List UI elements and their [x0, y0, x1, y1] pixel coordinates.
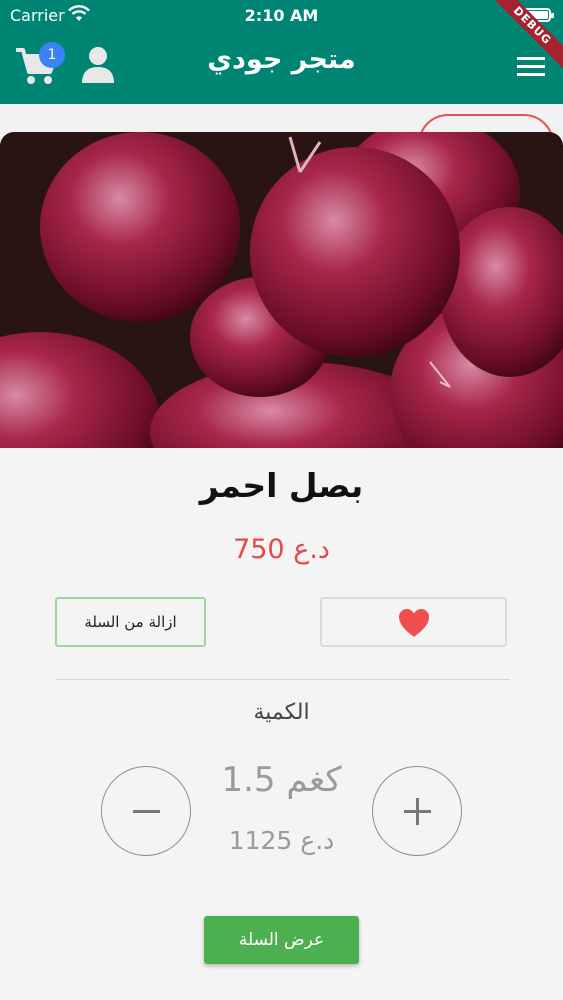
quantity-total-price: 1125 د.ع	[228, 826, 335, 855]
remove-from-cart-button[interactable]: ازالة من السلة	[55, 597, 206, 647]
heart-icon	[399, 609, 429, 637]
view-cart-button[interactable]: عرض السلة	[204, 916, 359, 964]
cart-count-badge: 1	[39, 42, 65, 68]
decrease-quantity-button[interactable]	[101, 766, 191, 856]
status-bar: Carrier 2:10 AM	[0, 0, 563, 30]
quantity-value: 1.5 كغم	[221, 760, 342, 800]
divider	[55, 679, 510, 680]
user-icon[interactable]	[80, 46, 116, 84]
product-name: بصل احمر	[199, 466, 364, 505]
product-card: بصل احمر 750 د.ع ازالة من السلة الكمية 1…	[0, 132, 563, 1000]
product-image	[0, 132, 563, 448]
quantity-label: الكمية	[253, 700, 310, 725]
favorite-button[interactable]	[320, 597, 507, 647]
product-price: 750 د.ع	[233, 534, 330, 565]
increase-quantity-button[interactable]	[372, 766, 462, 856]
menu-icon[interactable]	[517, 54, 545, 78]
clock: 2:10 AM	[244, 6, 319, 25]
battery-icon	[523, 8, 554, 22]
app-bar: Carrier 2:10 AM DEBUG متجر جودي 1	[0, 0, 563, 104]
